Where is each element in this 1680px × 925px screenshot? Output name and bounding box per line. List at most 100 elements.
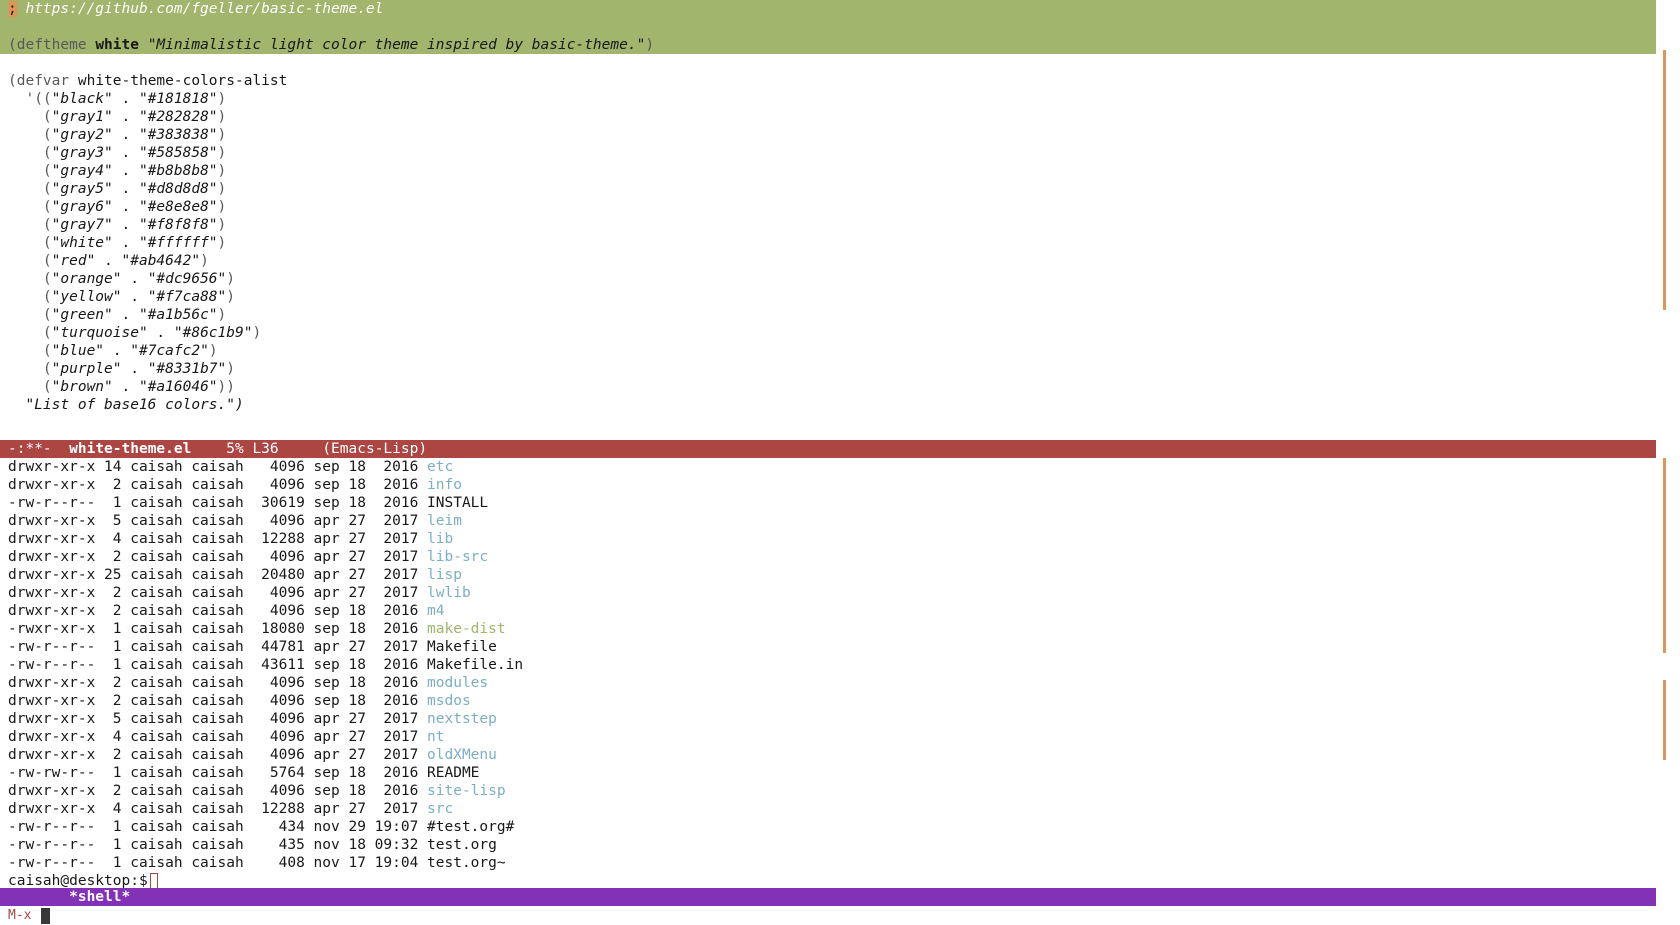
color-value: "#dc9656" <box>147 271 227 287</box>
modeline-buffer-name[interactable]: white-theme.el <box>69 441 191 457</box>
code-line[interactable]: ("gray6" . "#e8e8e8") <box>0 198 1656 216</box>
listing-row[interactable]: -rw-r--r-- 1 caisah caisah 44781 apr 27 … <box>0 638 1656 656</box>
minibuffer[interactable]: M-x <box>0 907 1680 925</box>
listing-row[interactable]: drwxr-xr-x 2 caisah caisah 4096 sep 18 2… <box>0 692 1656 710</box>
code-line[interactable]: ("gray2" . "#383838") <box>0 126 1656 144</box>
keyword: defvar <box>16 73 70 89</box>
listing-row[interactable]: -rw-r--r-- 1 caisah caisah 435 nov 18 09… <box>0 836 1656 854</box>
listing-row[interactable]: drwxr-xr-x 25 caisah caisah 20480 apr 27… <box>0 566 1656 584</box>
listing-meta: drwxr-xr-x 14 caisah caisah 4096 sep 18 … <box>8 459 428 475</box>
paren: ( <box>8 181 52 197</box>
listing-row[interactable]: -rw-rw-r-- 1 caisah caisah 5764 sep 18 2… <box>0 764 1656 782</box>
code-line[interactable]: ; https://github.com/fgeller/basic-theme… <box>0 0 1656 18</box>
code-line[interactable]: ("gray3" . "#585858") <box>0 144 1656 162</box>
listing-filename[interactable]: test.org <box>427 837 497 853</box>
shell-modeline: *shell* <box>0 888 1680 906</box>
listing-row[interactable]: drwxr-xr-x 4 caisah caisah 4096 apr 27 2… <box>0 728 1656 746</box>
listing-row[interactable]: -rw-r--r-- 1 caisah caisah 434 nov 29 19… <box>0 818 1656 836</box>
listing-meta: -rw-r--r-- 1 caisah caisah 44781 apr 27 … <box>8 639 428 655</box>
listing-row[interactable]: drwxr-xr-x 5 caisah caisah 4096 apr 27 2… <box>0 512 1656 530</box>
listing-row[interactable]: drwxr-xr-x 14 caisah caisah 4096 sep 18 … <box>0 458 1656 476</box>
code-line[interactable]: ("white" . "#ffffff") <box>0 234 1656 252</box>
variable-name: white-theme-colors-alist <box>77 73 288 89</box>
listing-filename[interactable]: lib <box>427 531 453 547</box>
listing-row[interactable]: -rw-r--r-- 1 caisah caisah 30619 sep 18 … <box>0 494 1656 512</box>
code-line[interactable]: ("orange" . "#dc9656") <box>0 270 1656 288</box>
listing-row[interactable]: drwxr-xr-x 2 caisah caisah 4096 sep 18 2… <box>0 602 1656 620</box>
listing-row[interactable]: drwxr-xr-x 4 caisah caisah 12288 apr 27 … <box>0 800 1656 818</box>
listing-filename[interactable]: test.org~ <box>427 855 506 871</box>
listing-filename[interactable]: site-lisp <box>427 783 506 799</box>
listing-meta: drwxr-xr-x 4 caisah caisah 12288 apr 27 … <box>8 531 428 547</box>
paren: ) <box>217 163 227 179</box>
code-line[interactable]: (defvar white-theme-colors-alist <box>0 72 1656 90</box>
listing-filename[interactable]: etc <box>427 459 453 475</box>
color-value: "#585858" <box>138 145 218 161</box>
listing-filename[interactable]: nextstep <box>427 711 497 727</box>
listing-filename[interactable]: lisp <box>427 567 462 583</box>
listing-filename[interactable]: modules <box>427 675 488 691</box>
listing-filename[interactable]: Makefile.in <box>427 657 523 673</box>
listing-filename[interactable]: INSTALL <box>427 495 488 511</box>
listing-row[interactable]: drwxr-xr-x 4 caisah caisah 12288 apr 27 … <box>0 530 1656 548</box>
modeline-mode[interactable]: (Emacs-Lisp) <box>322 441 427 457</box>
color-key: "gray4" <box>51 163 113 179</box>
listing-filename[interactable]: lwlib <box>427 585 471 601</box>
code-line[interactable]: ("green" . "#a1b56c") <box>0 306 1656 324</box>
listing-filename[interactable]: README <box>427 765 479 781</box>
code-line[interactable]: ("blue" . "#7cafc2") <box>0 342 1656 360</box>
shell-prompt: caisah@desktop:$ <box>8 873 148 888</box>
code-line[interactable]: ("gray5" . "#d8d8d8") <box>0 180 1656 198</box>
listing-filename[interactable]: make-dist <box>427 621 506 637</box>
listing-filename[interactable]: nt <box>427 729 444 745</box>
color-value: "#7cafc2" <box>130 343 209 359</box>
code-line[interactable]: ("gray1" . "#282828") <box>0 108 1656 126</box>
listing-filename[interactable]: oldXMenu <box>427 747 497 763</box>
window-edge <box>1656 0 1680 907</box>
code-line[interactable] <box>0 54 1656 72</box>
paren: ( <box>8 253 52 269</box>
code-line[interactable]: ("turquoise" . "#86c1b9") <box>0 324 1656 342</box>
listing-meta: drwxr-xr-x 2 caisah caisah 4096 sep 18 2… <box>8 675 428 691</box>
code-line[interactable]: ("gray7" . "#f8f8f8") <box>0 216 1656 234</box>
color-value: "#282828" <box>138 109 218 125</box>
listing-row[interactable]: drwxr-xr-x 2 caisah caisah 4096 apr 27 2… <box>0 584 1656 602</box>
listing-row[interactable]: drwxr-xr-x 5 caisah caisah 4096 apr 27 2… <box>0 710 1656 728</box>
listing-row[interactable]: drwxr-xr-x 2 caisah caisah 4096 apr 27 2… <box>0 746 1656 764</box>
code-line[interactable]: ("red" . "#ab4642") <box>0 252 1656 270</box>
listing-row[interactable]: drwxr-xr-x 2 caisah caisah 4096 sep 18 2… <box>0 476 1656 494</box>
listing-filename[interactable]: lib-src <box>427 549 488 565</box>
listing-filename[interactable]: Makefile <box>427 639 497 655</box>
listing-filename[interactable]: msdos <box>427 693 471 709</box>
shell-scrollbar-lower[interactable] <box>1663 680 1666 760</box>
code-line[interactable]: ("yellow" . "#f7ca88") <box>0 288 1656 306</box>
editor-pane[interactable]: ; https://github.com/fgeller/basic-theme… <box>0 0 1656 439</box>
shell-modeline-buffer-name[interactable]: *shell* <box>69 889 130 905</box>
listing-row[interactable]: -rwxr-xr-x 1 caisah caisah 18080 sep 18 … <box>0 620 1656 638</box>
code-line[interactable]: ("purple" . "#8331b7") <box>0 360 1656 378</box>
listing-filename[interactable]: m4 <box>427 603 444 619</box>
color-key: "gray7" <box>51 217 113 233</box>
paren: ) <box>200 253 209 269</box>
code-line[interactable]: "List of base16 colors.") <box>0 396 1656 414</box>
listing-row[interactable]: -rw-r--r-- 1 caisah caisah 408 nov 17 19… <box>0 854 1656 872</box>
code-line[interactable]: '(("black" . "#181818") <box>0 90 1656 108</box>
listing-row[interactable]: drwxr-xr-x 2 caisah caisah 4096 sep 18 2… <box>0 782 1656 800</box>
listing-row[interactable]: drwxr-xr-x 2 caisah caisah 4096 sep 18 2… <box>0 674 1656 692</box>
code-line[interactable]: (deftheme white "Minimalistic light colo… <box>0 36 1656 54</box>
editor-scrollbar[interactable] <box>1663 50 1666 310</box>
listing-filename[interactable]: info <box>427 477 462 493</box>
shell-pane[interactable]: drwxr-xr-x 14 caisah caisah 4096 sep 18 … <box>0 458 1656 888</box>
listing-filename[interactable]: src <box>427 801 453 817</box>
color-key: "gray6" <box>51 199 113 215</box>
shell-prompt-line[interactable]: caisah@desktop:$ <box>0 872 1656 888</box>
listing-filename[interactable]: #test.org# <box>427 819 514 835</box>
listing-row[interactable]: drwxr-xr-x 2 caisah caisah 4096 apr 27 2… <box>0 548 1656 566</box>
color-value: "#ffffff" <box>138 235 218 251</box>
shell-scrollbar[interactable] <box>1663 458 1666 653</box>
listing-filename[interactable]: leim <box>427 513 462 529</box>
code-line[interactable]: ("brown" . "#a16046")) <box>0 378 1656 396</box>
code-line[interactable]: ("gray4" . "#b8b8b8") <box>0 162 1656 180</box>
listing-row[interactable]: -rw-r--r-- 1 caisah caisah 43611 sep 18 … <box>0 656 1656 674</box>
code-line[interactable] <box>0 18 1656 36</box>
